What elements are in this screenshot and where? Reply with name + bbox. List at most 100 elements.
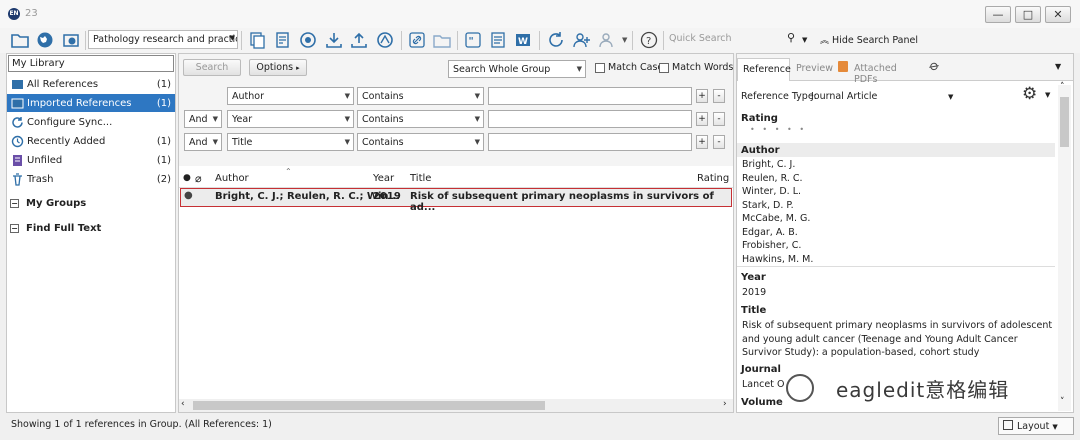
column-year[interactable]: Year: [373, 173, 394, 184]
help-icon[interactable]: ?: [638, 29, 660, 51]
match-words-checkbox[interactable]: [659, 63, 669, 73]
new-reference-icon[interactable]: [272, 29, 294, 51]
chevron-down-icon[interactable]: ▼: [622, 36, 627, 44]
horizontal-scrollbar[interactable]: ‹ ›: [179, 399, 733, 412]
minimize-button[interactable]: —: [985, 6, 1011, 23]
collapse-icon[interactable]: −: [10, 224, 19, 233]
sidebar-item-count: (2): [156, 173, 171, 185]
author-value[interactable]: Bright, C. J.: [742, 158, 795, 172]
author-value[interactable]: Edgar, A. B.: [742, 226, 798, 240]
sidebar-item-trash[interactable]: Trash (2): [7, 170, 175, 188]
scroll-right-icon[interactable]: ›: [723, 399, 727, 409]
sidebar-item-recently-added[interactable]: Recently Added (1): [7, 132, 175, 150]
tab-reference[interactable]: Reference: [737, 58, 791, 81]
format-paper-icon[interactable]: [487, 29, 509, 51]
remove-row-button[interactable]: -: [713, 89, 725, 103]
search-field-select[interactable]: Title ▼: [227, 133, 354, 151]
remove-row-button[interactable]: -: [713, 112, 725, 126]
import-icon[interactable]: [323, 29, 345, 51]
reference-type-label: Reference Type:: [741, 91, 817, 102]
chevron-down-icon[interactable]: ▼: [948, 93, 953, 101]
title-label: Title: [741, 305, 767, 316]
sidebar-item-configure-sync[interactable]: Configure Sync...: [7, 113, 175, 131]
column-author[interactable]: Author: [215, 173, 249, 184]
remove-row-button[interactable]: -: [713, 135, 725, 149]
gear-icon[interactable]: ⚙: [1022, 84, 1037, 104]
add-row-button[interactable]: +: [696, 89, 708, 103]
online-search-icon[interactable]: [34, 29, 56, 51]
vertical-scrollbar[interactable]: ˄ ˅: [1058, 82, 1071, 411]
sharing-status-icon[interactable]: [597, 29, 619, 51]
quick-search-input[interactable]: Quick Search: [666, 30, 806, 49]
my-groups-header[interactable]: − My Groups: [10, 198, 86, 209]
author-value[interactable]: Hawkins, M. M.: [742, 253, 813, 267]
table-row[interactable]: ● Bright, C. J.; Reulen, R. C.; Win... 2…: [180, 188, 732, 213]
scroll-left-icon[interactable]: ‹: [181, 399, 185, 409]
open-file-icon[interactable]: [431, 29, 453, 51]
toolbar-separator: [401, 31, 402, 50]
output-style-combo[interactable]: Pathology research and practice ▼: [88, 30, 238, 49]
scroll-up-icon[interactable]: ˄: [1060, 82, 1065, 92]
scrollbar-thumb[interactable]: [193, 401, 545, 410]
maximize-button[interactable]: □: [1015, 6, 1041, 23]
boolean-connector-select[interactable]: And ▼: [184, 133, 222, 151]
author-value[interactable]: Frobisher, C.: [742, 239, 801, 253]
author-value[interactable]: McCabe, M. G.: [742, 212, 810, 226]
word-icon[interactable]: W: [512, 29, 534, 51]
sidebar-item-unfiled[interactable]: Unfiled (1): [7, 151, 175, 169]
search-icon[interactable]: ⚲: [787, 31, 795, 44]
find-full-text-header[interactable]: − Find Full Text: [10, 223, 101, 234]
chevron-down-icon[interactable]: ▼: [1045, 91, 1050, 99]
search-scope-select[interactable]: Search Whole Group ▼: [448, 60, 586, 78]
find-full-text-icon[interactable]: [297, 29, 319, 51]
search-operator-select[interactable]: Contains ▼: [357, 87, 484, 105]
share-library-icon[interactable]: [571, 29, 593, 51]
search-button[interactable]: Search: [183, 59, 241, 76]
layout-button[interactable]: Layout ▼: [998, 417, 1074, 435]
hide-search-panel-button[interactable]: ︽ Hide Search Panel: [820, 33, 918, 46]
find-by-author-icon[interactable]: [374, 29, 396, 51]
read-status-icon[interactable]: ●: [183, 173, 191, 183]
tab-preview[interactable]: Preview: [791, 58, 835, 81]
author-value[interactable]: Stark, D. P.: [742, 199, 794, 213]
sidebar-item-all-references[interactable]: All References (1): [7, 75, 175, 93]
local-library-icon[interactable]: [9, 29, 31, 51]
search-field-select[interactable]: Author ▼: [227, 87, 354, 105]
chevron-down-icon[interactable]: ▼: [802, 36, 807, 44]
add-row-button[interactable]: +: [696, 135, 708, 149]
search-operator-select[interactable]: Contains ▼: [357, 133, 484, 151]
reference-type-value[interactable]: Journal Article: [811, 91, 877, 102]
search-value-input[interactable]: [488, 87, 692, 105]
my-library-header[interactable]: My Library: [8, 55, 174, 72]
match-case-checkbox[interactable]: [595, 63, 605, 73]
options-button[interactable]: Options ▸: [249, 59, 307, 76]
boolean-connector-select[interactable]: And ▼: [184, 110, 222, 128]
integrated-library-icon[interactable]: [60, 29, 82, 51]
search-value-input[interactable]: [488, 110, 692, 128]
author-value[interactable]: Reulen, R. C.: [742, 172, 803, 186]
search-value-input[interactable]: [488, 133, 692, 151]
export-icon[interactable]: [348, 29, 370, 51]
panel-menu-icon[interactable]: ▼: [1055, 62, 1061, 71]
year-value[interactable]: 2019: [742, 286, 766, 300]
collapse-icon[interactable]: −: [10, 199, 19, 208]
copy-formatted-icon[interactable]: [246, 29, 268, 51]
sidebar-item-imported-references[interactable]: Imported References (1): [7, 94, 175, 112]
add-row-button[interactable]: +: [696, 112, 708, 126]
column-rating[interactable]: Rating: [697, 173, 729, 184]
title-value[interactable]: Risk of subsequent primary neoplasms in …: [742, 319, 1054, 360]
column-title[interactable]: Title: [410, 173, 431, 184]
rating-stars[interactable]: • • • • •: [750, 125, 804, 134]
tab-attached-pdfs[interactable]: Attached PDFs: [849, 58, 924, 85]
search-operator-select[interactable]: Contains ▼: [357, 110, 484, 128]
sync-icon[interactable]: [545, 29, 567, 51]
scrollbar-thumb[interactable]: [1060, 97, 1069, 147]
journal-value[interactable]: Lancet O: [742, 378, 784, 392]
attachment-icon[interactable]: ⌀: [195, 172, 202, 185]
open-link-icon[interactable]: [406, 29, 428, 51]
close-button[interactable]: ✕: [1045, 6, 1071, 23]
insert-citation-icon[interactable]: ": [462, 29, 484, 51]
scroll-down-icon[interactable]: ˅: [1060, 397, 1065, 407]
search-field-select[interactable]: Year ▼: [227, 110, 354, 128]
author-value[interactable]: Winter, D. L.: [742, 185, 801, 199]
